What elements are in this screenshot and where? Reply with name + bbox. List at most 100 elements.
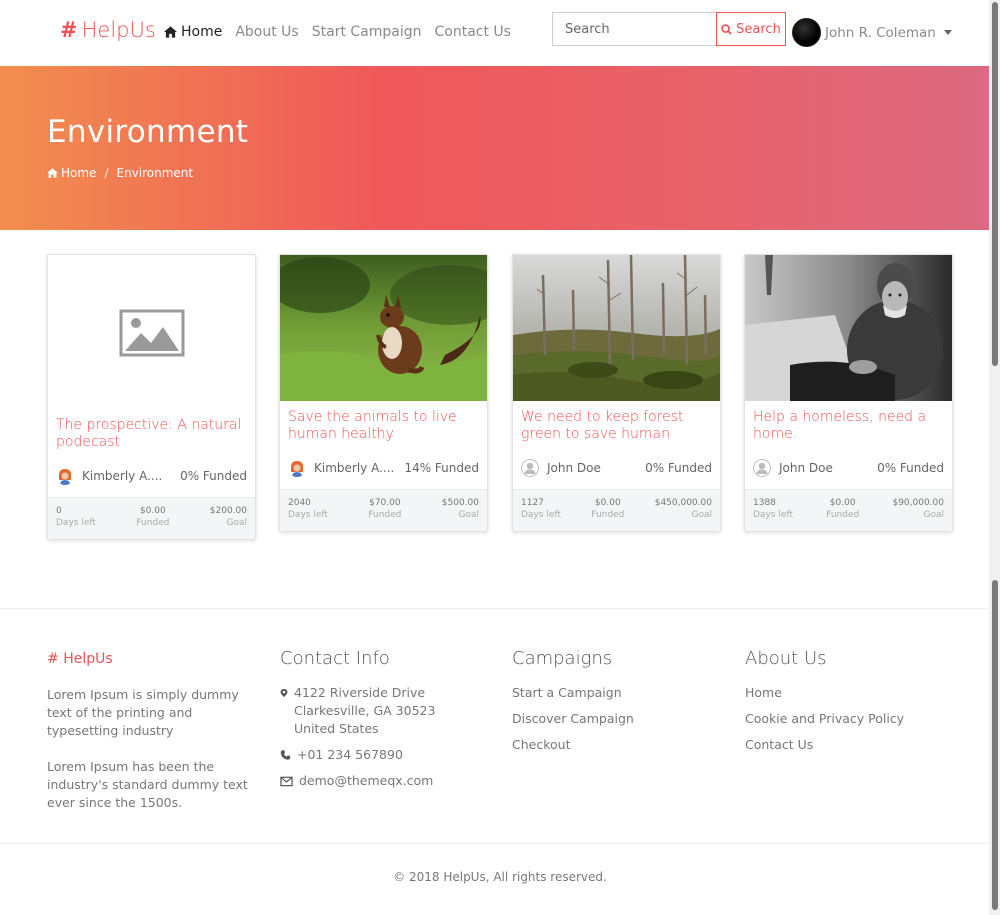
campaign-author[interactable]: Kimberly A....	[56, 467, 162, 485]
campaign-card[interactable]: Help a homeless, need a home. John Doe 0…	[744, 254, 953, 532]
footer-campaigns-column: Campaigns Start a Campaign Discover Camp…	[512, 648, 722, 762]
home-icon	[47, 168, 58, 178]
campaign-image[interactable]	[280, 255, 487, 401]
nav-start-campaign[interactable]: Start Campaign	[312, 24, 422, 40]
avatar	[792, 18, 821, 47]
phone-icon	[280, 750, 291, 760]
goal-label: Goal	[691, 510, 712, 520]
campaign-image[interactable]	[745, 255, 952, 401]
funded-percent: 0% Funded	[877, 461, 944, 475]
about-heading: About Us	[745, 648, 827, 669]
breadcrumb-home[interactable]: Home	[61, 166, 96, 180]
goal-label: Goal	[458, 510, 480, 520]
footer-link-privacy-policy[interactable]: Cookie and Privacy Policy	[745, 710, 955, 728]
funded-value: $0.00	[829, 498, 856, 508]
footer-link-start-campaign[interactable]: Start a Campaign	[512, 684, 722, 702]
campaign-title[interactable]: The prospective: A natural podecast	[56, 417, 247, 459]
address-line-3: United States	[294, 721, 379, 736]
homeless-man-photo	[745, 255, 952, 401]
funded-value: $0.00	[139, 506, 166, 516]
email-address[interactable]: demo@themeqx.com	[299, 772, 433, 790]
scrollbar-thumb[interactable]	[992, 2, 998, 366]
campaign-title[interactable]: Save the animals to live human healthy	[288, 409, 479, 451]
address-line-1: 4122 Riverside Drive	[294, 685, 426, 700]
goal-value: $90,000.00	[892, 498, 944, 508]
nav-about-us[interactable]: About Us	[235, 24, 298, 40]
author-avatar-icon	[288, 459, 306, 477]
days-left-label: Days left	[56, 518, 96, 528]
contact-phone: +01 234 567890	[280, 746, 490, 764]
campaigns-heading: Campaigns	[512, 648, 613, 669]
footer-contact-column: Contact Info 4122 Riverside Drive Clarke…	[280, 648, 490, 798]
days-left-label: Days left	[521, 510, 561, 520]
copyright-text: © 2018 HelpUs, All rights reserved.	[393, 870, 607, 884]
campaign-stats: 1388 Days left $0.00 Funded $90,000.00 Goal	[745, 489, 952, 531]
address-line-2: Clarkesville, GA 30523	[294, 703, 436, 718]
nav-home[interactable]: Home	[164, 24, 222, 40]
campaign-title[interactable]: We need to keep forest green to save hum…	[521, 409, 712, 451]
funded-percent: 14% Funded	[404, 461, 479, 475]
home-icon	[164, 26, 177, 38]
footer-about-column: # HelpUs Lorem Ipsum is simply dummy tex…	[47, 648, 262, 830]
footer-brand[interactable]: # HelpUs	[47, 650, 262, 668]
footer-divider	[0, 608, 1000, 609]
search-button[interactable]: Search	[716, 12, 786, 46]
days-left-value: 1388	[753, 498, 776, 508]
goal-value: $450,000.00	[654, 498, 712, 508]
funded-percent: 0% Funded	[180, 469, 247, 483]
scrollbar-thumb-lower[interactable]	[992, 580, 998, 910]
brand-logo[interactable]: # HelpUs	[60, 18, 156, 42]
footer-link-checkout[interactable]: Checkout	[512, 736, 722, 754]
author-name: Kimberly A....	[314, 461, 395, 475]
days-left-label: Days left	[288, 510, 328, 520]
footer-link-home[interactable]: Home	[745, 684, 955, 702]
footer-link-contact-us[interactable]: Contact Us	[745, 736, 955, 754]
breadcrumb-separator: /	[104, 166, 109, 180]
campaign-stats: 0 Days left $0.00 Funded $200.00 Goal	[48, 497, 255, 539]
image-placeholder-icon	[119, 309, 184, 357]
contact-email: demo@themeqx.com	[280, 772, 490, 790]
contact-heading: Contact Info	[280, 648, 390, 669]
footer-link-discover-campaign[interactable]: Discover Campaign	[512, 710, 722, 728]
goal-label: Goal	[226, 518, 248, 528]
top-navbar: # HelpUs Home About Us Start Campaign Con…	[0, 0, 1000, 66]
page-title: Environment	[47, 114, 249, 150]
user-avatar-icon	[753, 459, 771, 477]
main-nav: Home About Us Start Campaign Contact Us	[164, 24, 524, 40]
footer-aboutus-column: About Us Home Cookie and Privacy Policy …	[745, 648, 955, 762]
campaign-author[interactable]: John Doe	[753, 459, 833, 477]
campaign-author[interactable]: John Doe	[521, 459, 601, 477]
search-button-label: Search	[736, 21, 781, 37]
goal-value: $200.00	[209, 506, 247, 516]
page-hero-banner: Environment Home / Environment	[0, 66, 1000, 230]
funded-value: $0.00	[594, 498, 621, 508]
user-avatar-icon	[521, 459, 539, 477]
days-left-value: 0	[56, 506, 62, 516]
squirrel-photo	[280, 255, 487, 401]
caret-down-icon	[943, 30, 952, 35]
search-input[interactable]	[552, 12, 718, 46]
campaign-card[interactable]: Save the animals to live human healthy K…	[279, 254, 488, 532]
campaign-title[interactable]: Help a homeless, need a home.	[753, 409, 944, 451]
map-marker-icon	[280, 689, 288, 697]
funded-label: Funded	[368, 510, 402, 520]
contact-address: 4122 Riverside Drive Clarkesville, GA 30…	[280, 684, 490, 738]
nav-contact-us[interactable]: Contact Us	[435, 24, 511, 40]
campaign-image[interactable]	[513, 255, 720, 401]
goal-label: Goal	[923, 510, 945, 520]
days-left-value: 2040	[288, 498, 311, 508]
funded-label: Funded	[826, 510, 860, 520]
author-avatar-icon	[56, 467, 74, 485]
dead-forest-photo	[513, 255, 720, 401]
user-menu[interactable]: John R. Coleman	[792, 18, 952, 47]
campaign-card[interactable]: The prospective: A natural podecast Kimb…	[47, 254, 256, 540]
days-left-value: 1127	[521, 498, 544, 508]
author-name: John Doe	[547, 461, 601, 475]
author-name: Kimberly A....	[82, 469, 163, 483]
author-name: John Doe	[779, 461, 833, 475]
campaign-author[interactable]: Kimberly A....	[288, 459, 394, 477]
campaign-image-placeholder[interactable]	[48, 255, 255, 411]
funded-label: Funded	[591, 510, 625, 520]
phone-number[interactable]: +01 234 567890	[297, 746, 403, 764]
campaign-card[interactable]: We need to keep forest green to save hum…	[512, 254, 721, 532]
